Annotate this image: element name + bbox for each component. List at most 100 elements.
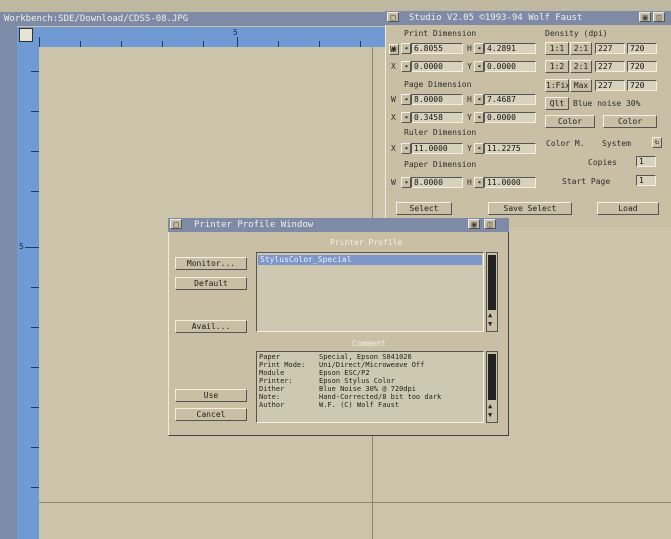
comment-scrollbar[interactable]: ▲ ▼ (486, 351, 498, 423)
ruler-label-5: 5 (233, 28, 238, 37)
horizontal-ruler[interactable]: 0 5 (17, 27, 385, 47)
cycle-icon[interactable]: ↻ (652, 137, 662, 148)
vertical-ruler[interactable]: 5 (17, 47, 39, 539)
scroll-down-icon[interactable]: ▼ (488, 320, 492, 328)
ruler-tick (319, 41, 320, 47)
ruler-tick (121, 41, 122, 47)
ruler-tick (31, 191, 39, 192)
density-y-field[interactable]: 720 (627, 80, 657, 91)
arrow-left-icon[interactable]: ◂ (401, 112, 411, 123)
avail-button[interactable]: Avail... (175, 320, 247, 333)
paper-dimension-label: Paper Dimension (404, 160, 477, 169)
print-width-field[interactable]: 6.8055 (411, 43, 463, 54)
arrow-left-icon[interactable]: ◂ (401, 143, 411, 154)
arrow-left-icon[interactable]: ◂ (401, 61, 411, 72)
arrow-left-icon[interactable]: ◂ (474, 43, 484, 54)
color-correct-button[interactable]: Color (603, 115, 657, 128)
density-max-button[interactable]: Max (570, 79, 592, 92)
axis-w-label: W (391, 95, 396, 104)
ruler-tick (31, 367, 39, 368)
comment-box: Paper Print Mode: Module Printer: Dither… (256, 351, 484, 423)
start-page-field[interactable]: 1 (636, 175, 656, 186)
comment-value: Blue Noise 30% @ 720dpi (319, 385, 416, 393)
printer-profile-title-bar[interactable]: □ Printer Profile Window ▣ ◫ (168, 218, 509, 232)
save-select-button[interactable]: Save Select (488, 202, 572, 215)
page-height-field[interactable]: 7.4687 (484, 94, 536, 105)
scroll-down-icon[interactable]: ▼ (488, 411, 492, 419)
axis-h-label: H (467, 44, 472, 53)
comment-value: Epson Stylus Color (319, 377, 395, 385)
page-x-field[interactable]: 0.3458 (411, 112, 463, 123)
copies-field[interactable]: 1 (636, 156, 656, 167)
arrow-left-icon[interactable]: ◂ (474, 177, 484, 188)
monitor-button[interactable]: Monitor... (175, 257, 247, 270)
default-button[interactable]: Default (175, 277, 247, 290)
density-fix-button[interactable]: 1:Fix (545, 79, 569, 92)
quality-button[interactable]: Qlt (545, 97, 569, 110)
select-button[interactable]: Select (396, 202, 452, 215)
studio-title-bar[interactable]: □ Studio V2.05 ©1993-94 Wolf Faust ▣ ◫ (385, 11, 671, 25)
ruler-tick (31, 327, 39, 328)
load-button[interactable]: Load (597, 202, 659, 215)
density-x-field[interactable]: 227 (595, 61, 625, 72)
print-dimension-label: Print Dimension (404, 29, 477, 38)
printer-profile-title: Printer Profile Window (194, 220, 314, 230)
profile-list-scrollbar[interactable]: ▲ ▼ (486, 252, 498, 332)
ruler-y-field[interactable]: 11.2275 (484, 143, 536, 154)
comment-key: Dither (259, 385, 285, 393)
page-dimension-label: Page Dimension (404, 80, 472, 89)
cancel-button[interactable]: Cancel (175, 408, 247, 421)
depth-icon[interactable]: ▣ (639, 12, 651, 22)
use-button[interactable]: Use (175, 389, 247, 402)
arrow-left-icon[interactable]: ◂ (474, 94, 484, 105)
comment-key: Paper (259, 353, 281, 361)
list-item[interactable]: StylusColor_Special (258, 255, 482, 265)
workbench-title-bar[interactable]: Workbench:SDE/Download/CDSS-08.JPG (0, 12, 385, 26)
density-ratio-button[interactable]: 2:1 (570, 60, 592, 73)
scroll-up-icon[interactable]: ▲ (488, 311, 492, 319)
scroll-up-icon[interactable]: ▲ (488, 402, 492, 410)
zoom-icon[interactable]: ◫ (484, 219, 496, 229)
close-icon[interactable]: □ (170, 219, 182, 229)
paper-width-field[interactable]: 8.0000 (411, 177, 463, 188)
arrow-left-icon[interactable]: ◂ (474, 143, 484, 154)
ruler-tick (80, 41, 81, 47)
ruler-tick (31, 487, 39, 488)
page-y-field[interactable]: 0.0000 (484, 112, 536, 123)
ruler-x-field[interactable]: 11.0000 (411, 143, 463, 154)
scrollbar-thumb[interactable] (488, 354, 496, 400)
density-x-field[interactable]: 227 (595, 80, 625, 91)
paper-height-field[interactable]: 11.0000 (484, 177, 536, 188)
axis-h-label: H (467, 178, 472, 187)
print-x-field[interactable]: 0.0000 (411, 61, 463, 72)
ruler-corner[interactable] (19, 28, 33, 42)
comment-value: Special, Epson S041026 (319, 353, 412, 361)
density-x-field[interactable]: 227 (595, 43, 625, 54)
profile-list[interactable]: StylusColor_Special (256, 252, 484, 332)
arrow-left-icon[interactable]: ◂ (401, 43, 411, 54)
page-width-field[interactable]: 8.0000 (411, 94, 463, 105)
close-icon[interactable]: □ (387, 12, 399, 22)
print-height-field[interactable]: 4.2891 (484, 43, 536, 54)
depth-icon[interactable]: ▣ (468, 219, 480, 229)
zoom-icon[interactable]: ◫ (653, 12, 665, 22)
density-ratio-button[interactable]: 1:1 (545, 42, 569, 55)
density-ratio-button[interactable]: 1:2 (545, 60, 569, 73)
arrow-left-icon[interactable]: ◂ (401, 94, 411, 105)
density-ratio-button[interactable]: 2:1 (570, 42, 592, 55)
ruler-tick (237, 37, 238, 47)
ruler-tick (31, 151, 39, 152)
density-y-field[interactable]: 720 (627, 43, 657, 54)
scrollbar-thumb[interactable] (488, 255, 496, 310)
print-y-field[interactable]: 0.0000 (484, 61, 536, 72)
arrow-left-icon[interactable]: ◂ (474, 112, 484, 123)
color-adjust-button[interactable]: Color (545, 115, 595, 128)
color-m-value[interactable]: System (602, 139, 631, 148)
arrow-left-icon[interactable]: ◂ (474, 61, 484, 72)
arrow-left-icon[interactable]: ◂ (401, 177, 411, 188)
ruler-tick (31, 111, 39, 112)
axis-x-label: X (391, 113, 396, 122)
density-y-field[interactable]: 720 (627, 61, 657, 72)
ruler-tick (203, 41, 204, 47)
comment-key: Note: (259, 393, 281, 401)
